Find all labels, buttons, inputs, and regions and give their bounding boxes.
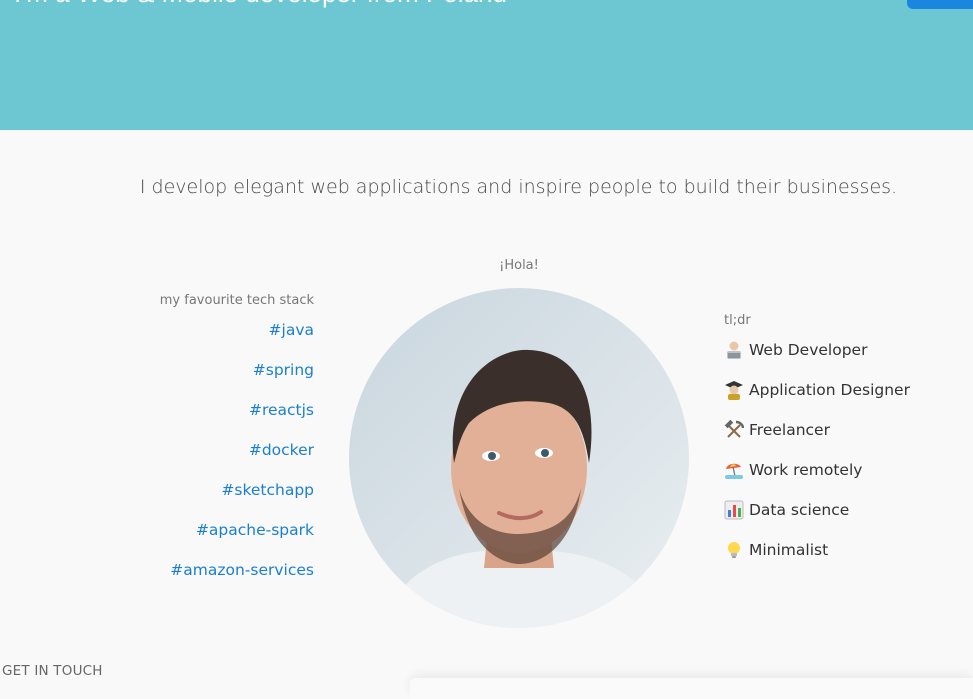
get-in-touch-heading: GET IN TOUCH (2, 663, 103, 679)
list-item: #reactjs (100, 400, 314, 440)
tldr-item-label: Freelancer (749, 421, 830, 439)
bar-chart-emoji-icon (724, 500, 744, 520)
tech-link-docker[interactable]: #docker (249, 441, 314, 459)
tech-link-reactjs[interactable]: #reactjs (249, 401, 314, 419)
list-item: #spring (100, 360, 314, 400)
greeting: ¡Hola! (499, 258, 539, 273)
tldr-item-label: Web Developer (749, 341, 868, 359)
tech-link-sketchapp[interactable]: #sketchapp (221, 481, 314, 499)
hero-title: I'm a Web & Mobile developer from Poland (14, 0, 507, 9)
list-item: Freelancer (724, 419, 910, 460)
list-item: #java (100, 320, 314, 360)
tldr-item-label: Data science (749, 501, 850, 519)
student-emoji-icon (724, 380, 744, 400)
bottom-panel (410, 678, 973, 699)
list-item: #sketchapp (100, 480, 314, 520)
tech-link-apache-spark[interactable]: #apache-spark (196, 521, 314, 539)
list-item: Work remotely (724, 460, 910, 500)
hero-banner: I'm a Web & Mobile developer from Poland (0, 0, 973, 130)
list-item: Web Developer (724, 340, 910, 380)
tech-stack-list: #java #spring #reactjs #docker #sketchap… (100, 320, 314, 600)
tech-link-spring[interactable]: #spring (253, 361, 314, 379)
beach-umbrella-emoji-icon (724, 460, 744, 480)
light-bulb-emoji-icon (724, 540, 744, 560)
tech-link-java[interactable]: #java (269, 321, 314, 339)
hero-cta-button[interactable] (907, 0, 973, 9)
list-item: Data science (724, 500, 910, 540)
tldr-item-label: Work remotely (749, 461, 863, 479)
tldr-list: Web Developer Application Designer Freel… (724, 340, 910, 580)
tech-stack-heading: my favourite tech stack (159, 293, 314, 308)
tagline: I develop elegant web applications and i… (139, 176, 898, 198)
tech-link-amazon-services[interactable]: #amazon-services (170, 561, 314, 579)
list-item: #amazon-services (100, 560, 314, 600)
tldr-heading: tl;dr (724, 313, 751, 328)
list-item: #apache-spark (100, 520, 314, 560)
list-item: Minimalist (724, 540, 910, 580)
hammer-pick-emoji-icon (724, 419, 745, 440)
tldr-item-label: Minimalist (749, 541, 829, 559)
list-item: Application Designer (724, 380, 910, 420)
technologist-emoji-icon (724, 340, 744, 360)
list-item: #docker (100, 440, 314, 480)
avatar (349, 288, 689, 628)
tldr-item-label: Application Designer (749, 381, 910, 399)
